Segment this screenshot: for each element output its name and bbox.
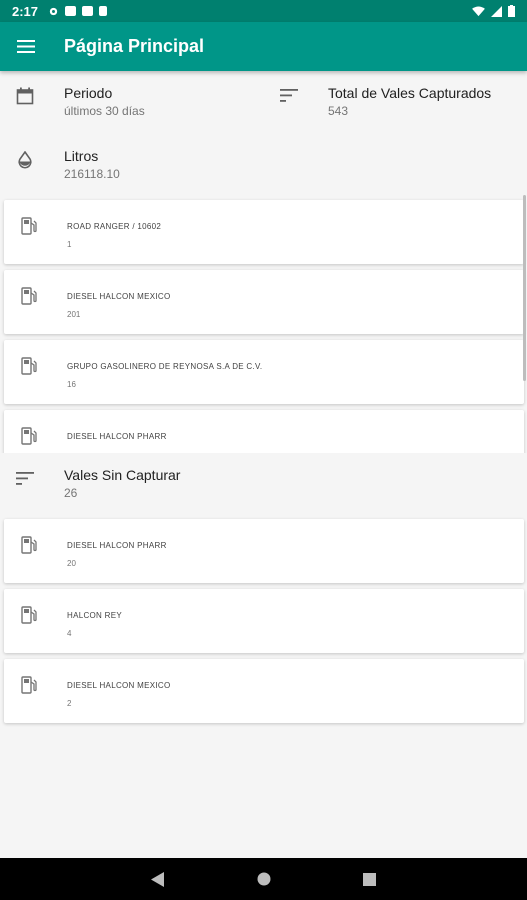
gas-station-icon (21, 287, 37, 305)
station-name: ROAD RANGER / 10602 (67, 222, 162, 231)
back-icon (151, 871, 164, 887)
scrollbar[interactable] (523, 195, 526, 381)
sort-icon (16, 472, 34, 485)
gas-station-icon (21, 536, 37, 554)
sin-capturar-value: 26 (64, 486, 78, 500)
station-name: GRUPO GASOLINERO DE REYNOSA S.A DE C.V. (67, 362, 263, 371)
main-content[interactable]: Periodo últimos 30 días Total de Vales C… (0, 71, 527, 858)
summary-periodo: Periodo últimos 30 días (0, 85, 260, 125)
periodo-value: últimos 30 días (64, 104, 145, 118)
sd-card-icon (99, 6, 108, 16)
litros-label: Litros (64, 148, 99, 164)
status-time: 2:17 (12, 3, 39, 19)
periodo-label: Periodo (64, 85, 113, 101)
sin-capturar-label: Vales Sin Capturar (64, 467, 181, 483)
menu-icon[interactable] (0, 22, 52, 71)
gas-station-icon (21, 606, 37, 624)
gas-station-icon (21, 427, 37, 445)
summary-litros: Litros 216118.10 (0, 148, 300, 188)
station-name: DIESEL HALCON PHARR (67, 541, 167, 550)
list-item[interactable]: ROAD RANGER / 10602 1 (4, 200, 524, 264)
station-count: 1 (67, 240, 72, 249)
station-count: 4 (67, 629, 72, 638)
gas-station-icon (21, 357, 37, 375)
recents-button[interactable] (363, 872, 376, 886)
station-count: 16 (67, 380, 76, 389)
summary-total-vales: Total de Vales Capturados 543 (264, 85, 527, 125)
home-button[interactable] (257, 872, 271, 886)
calendar-notification-icon (82, 6, 94, 16)
app-bar: Página Principal (0, 22, 527, 71)
station-name: DIESEL HALCON PHARR (67, 432, 167, 441)
sort-icon (280, 89, 298, 102)
section-header-sin-capturar: Vales Sin Capturar 26 (0, 453, 527, 520)
page-title: Página Principal (64, 36, 205, 56)
list-item[interactable]: GRUPO GASOLINERO DE REYNOSA S.A DE C.V. … (4, 340, 524, 404)
list-item[interactable]: DIESEL HALCON PHARR 20 (4, 519, 524, 583)
gas-station-icon (21, 676, 37, 694)
recents-icon (363, 872, 376, 886)
list-item[interactable]: HALCON REY 4 (4, 589, 524, 653)
total-vales-value: 543 (328, 104, 349, 118)
litros-value: 216118.10 (64, 167, 120, 181)
station-count: 20 (67, 559, 76, 568)
drop-icon (18, 151, 32, 169)
list-item[interactable]: DIESEL HALCON MEXICO 2 (4, 659, 524, 723)
station-name: HALCON REY (67, 611, 123, 620)
station-name: DIESEL HALCON MEXICO (67, 292, 171, 301)
total-vales-label: Total de Vales Capturados (328, 85, 492, 101)
back-button[interactable] (151, 871, 165, 887)
system-nav-bar (0, 858, 527, 900)
settings-icon (49, 7, 58, 15)
signal-icon (491, 5, 502, 17)
wifi-icon (472, 5, 485, 16)
list-item[interactable]: DIESEL HALCON MEXICO 201 (4, 270, 524, 334)
battery-icon (508, 5, 515, 17)
calendar-icon (16, 87, 34, 105)
status-bar: 2:17 (0, 0, 527, 22)
gas-station-icon (21, 217, 37, 235)
station-name: DIESEL HALCON MEXICO (67, 681, 171, 690)
station-count: 2 (67, 699, 72, 708)
notification-icons (48, 6, 108, 17)
station-count: 201 (67, 310, 81, 319)
image-notification-icon (65, 6, 77, 16)
home-icon (257, 872, 271, 886)
